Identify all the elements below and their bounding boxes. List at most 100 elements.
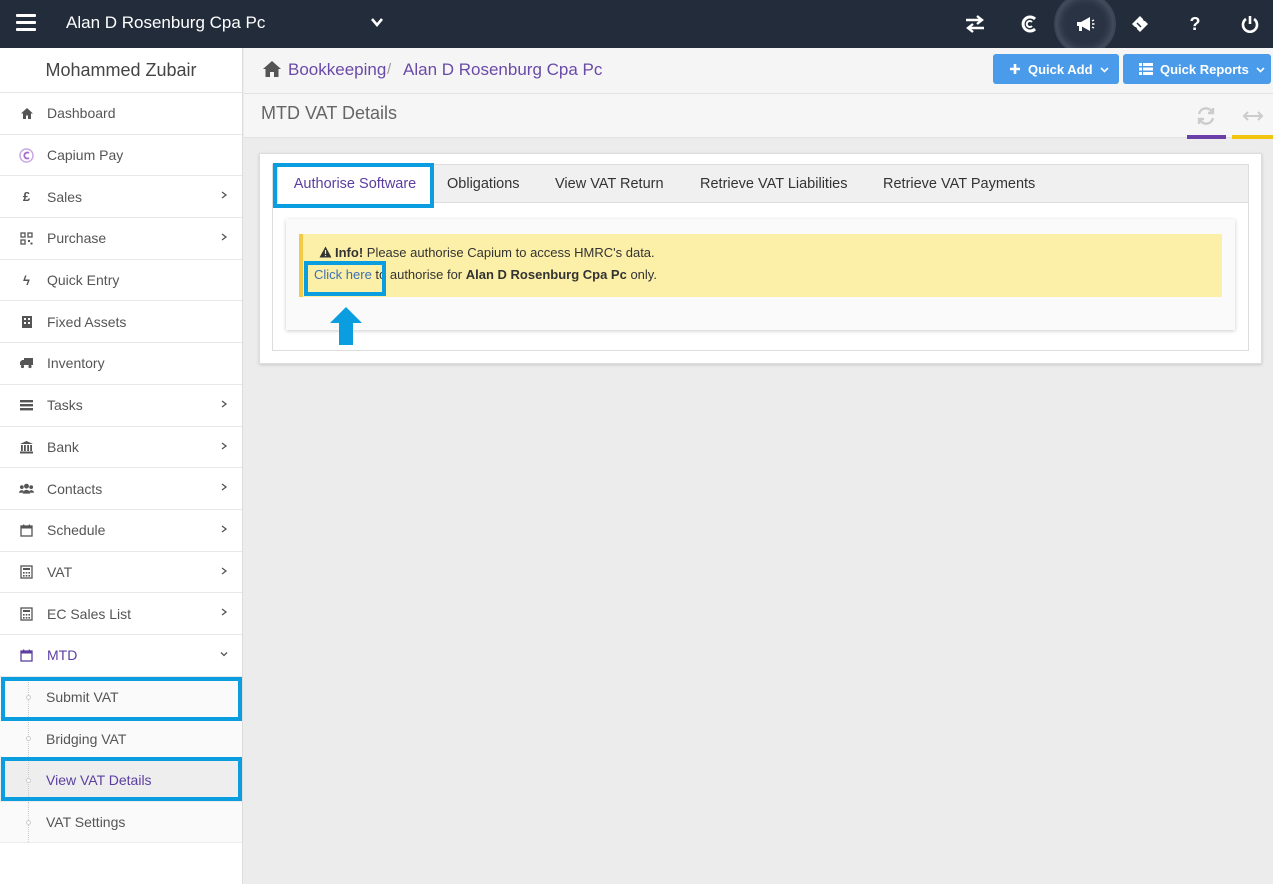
- capium-icon[interactable]: [1013, 8, 1047, 40]
- authorise-panel: Info! Please authorise Capium to access …: [286, 219, 1235, 330]
- accent-bar-yellow: [1232, 135, 1273, 139]
- home-icon: [19, 106, 34, 121]
- warning-icon: [319, 246, 332, 258]
- switch-icon[interactable]: [958, 8, 992, 40]
- sidebar-item-label: Inventory: [47, 355, 105, 372]
- tab-retrieve-vat-payments[interactable]: Retrieve VAT Payments: [883, 165, 1035, 203]
- plus-icon: [1010, 64, 1020, 74]
- sidebar-item-label: Bank: [47, 438, 79, 455]
- chevron-right-icon: [221, 525, 228, 533]
- sidebar-item-label: Schedule: [47, 522, 106, 539]
- sidebar-item-label: Contacts: [47, 480, 103, 497]
- accent-bar-purple: [1187, 135, 1226, 139]
- qrcode-icon: [19, 231, 34, 246]
- breadcrumb: Bookkeeping / Alan D Rosenburg Cpa Pc Qu…: [244, 48, 1273, 94]
- sidebar-item-schedule[interactable]: Schedule: [0, 510, 242, 552]
- alert-line-2: Click here to authorise for Alan D Rosen…: [314, 267, 657, 282]
- quick-reports-button[interactable]: Quick Reports: [1123, 54, 1271, 84]
- arrow-up-icon: [330, 307, 362, 345]
- breadcrumb-separator: /: [387, 61, 392, 78]
- sidebar-item-purchase[interactable]: Purchase: [0, 218, 242, 260]
- sidebar-item-dashboard[interactable]: Dashboard: [0, 93, 242, 135]
- bolt-icon: ϟ: [23, 272, 30, 288]
- calendar-icon: [19, 648, 34, 663]
- sidebar: Mohammed Zubair Dashboard Capium Pay £ S…: [0, 48, 243, 884]
- sidebar-subitem-view-vat-details[interactable]: View VAT Details: [0, 760, 242, 802]
- chevron-down-icon: [220, 651, 228, 657]
- click-here-link[interactable]: Click here: [314, 267, 372, 282]
- tab-view-vat-return[interactable]: View VAT Return: [555, 165, 664, 203]
- sidebar-item-fixed-assets[interactable]: Fixed Assets: [0, 301, 242, 344]
- sidebar-item-ec-sales-list[interactable]: EC Sales List: [0, 593, 242, 635]
- tab-obligations[interactable]: Obligations: [447, 165, 520, 203]
- page-title: MTD VAT Details: [261, 103, 398, 123]
- quick-add-button[interactable]: Quick Add: [993, 54, 1119, 84]
- sidebar-subitem-label: Submit VAT: [46, 688, 119, 705]
- chevron-down-icon: [1256, 66, 1265, 73]
- user-name: Mohammed Zubair: [0, 48, 242, 93]
- tab-authorise-software[interactable]: Authorise Software: [277, 165, 433, 203]
- quick-add-label: Quick Add: [1028, 61, 1093, 77]
- power-icon[interactable]: [1233, 8, 1267, 40]
- tree-dot: [26, 736, 31, 742]
- capium-pay-icon: [19, 147, 34, 163]
- alert-text-3: only.: [626, 267, 657, 282]
- sidebar-item-label: Tasks: [47, 397, 83, 414]
- sidebar-item-label: Purchase: [47, 230, 107, 247]
- sidebar-subitem-bridging-vat[interactable]: Bridging VAT: [0, 718, 242, 760]
- breadcrumb-company[interactable]: Alan D Rosenburg Cpa Pc: [403, 60, 602, 80]
- sidebar-item-capium-pay[interactable]: Capium Pay: [0, 135, 242, 177]
- sidebar-item-label: MTD: [47, 647, 78, 664]
- sidebar-item-label: Quick Entry: [47, 272, 120, 289]
- sidebar-subitem-submit-vat[interactable]: Submit VAT: [0, 676, 242, 719]
- sidebar-subitem-label: Bridging VAT: [46, 730, 127, 747]
- ticket-icon[interactable]: [1123, 8, 1157, 40]
- alert-line-1: Info! Please authorise Capium to access …: [319, 245, 655, 260]
- tree-dot: [26, 778, 31, 783]
- chevron-right-icon: [221, 400, 228, 408]
- pound-icon: £: [22, 189, 31, 205]
- quick-reports-label: Quick Reports: [1160, 61, 1249, 77]
- chevron-right-icon: [221, 483, 228, 491]
- sidebar-item-mtd[interactable]: MTD: [0, 635, 242, 677]
- alert-text-1: Please authorise Capium to access HMRC's…: [363, 245, 655, 260]
- menu-icon[interactable]: [16, 14, 36, 32]
- sidebar-item-label: Fixed Assets: [47, 313, 127, 330]
- alert-text-2: to authorise for: [371, 267, 466, 282]
- company-name[interactable]: Alan D Rosenburg Cpa Pc: [66, 13, 265, 33]
- tab-retrieve-vat-liabilities[interactable]: Retrieve VAT Liabilities: [700, 165, 847, 203]
- refresh-icon[interactable]: [1195, 105, 1217, 127]
- tasks-icon: [19, 398, 34, 413]
- chevron-right-icon: [221, 441, 228, 450]
- chevron-right-icon: [221, 567, 228, 575]
- alert-company: Alan D Rosenburg Cpa Pc: [465, 267, 627, 282]
- sidebar-item-label: Capium Pay: [47, 147, 124, 164]
- sidebar-subitem-label: VAT Settings: [46, 814, 126, 831]
- sidebar-item-label: Sales: [47, 188, 83, 205]
- info-alert: Info! Please authorise Capium to access …: [299, 234, 1222, 297]
- sidebar-item-bank[interactable]: Bank: [0, 427, 242, 469]
- truck-icon: [19, 356, 34, 371]
- sidebar-item-inventory[interactable]: Inventory: [0, 343, 242, 385]
- tree-dot: [26, 694, 31, 700]
- sidebar-item-tasks[interactable]: Tasks: [0, 385, 242, 427]
- help-icon[interactable]: ?: [1178, 8, 1212, 40]
- list-icon: [1139, 63, 1153, 75]
- tab-content: Info! Please authorise Capium to access …: [272, 203, 1249, 351]
- sidebar-item-vat[interactable]: VAT: [0, 552, 242, 594]
- expand-icon[interactable]: [1242, 105, 1264, 127]
- vat-details-card: Authorise Software Obligations View VAT …: [259, 153, 1262, 364]
- sidebar-subitem-vat-settings[interactable]: VAT Settings: [0, 801, 242, 844]
- sidebar-item-contacts[interactable]: Contacts: [0, 468, 242, 510]
- chevron-right-icon: [221, 191, 228, 199]
- breadcrumb-bookkeeping[interactable]: Bookkeeping: [288, 60, 386, 80]
- sidebar-item-label: EC Sales List: [47, 605, 132, 622]
- sidebar-item-label: VAT: [47, 563, 73, 580]
- sidebar-item-quick-entry[interactable]: ϟ Quick Entry: [0, 260, 242, 302]
- megaphone-icon[interactable]: [1056, 0, 1114, 53]
- sidebar-item-sales[interactable]: £ Sales: [0, 176, 242, 219]
- chevron-down-icon[interactable]: [369, 14, 385, 30]
- calendar-icon: [19, 523, 34, 538]
- home-icon[interactable]: [262, 60, 282, 78]
- alert-strong: Info!: [335, 245, 364, 260]
